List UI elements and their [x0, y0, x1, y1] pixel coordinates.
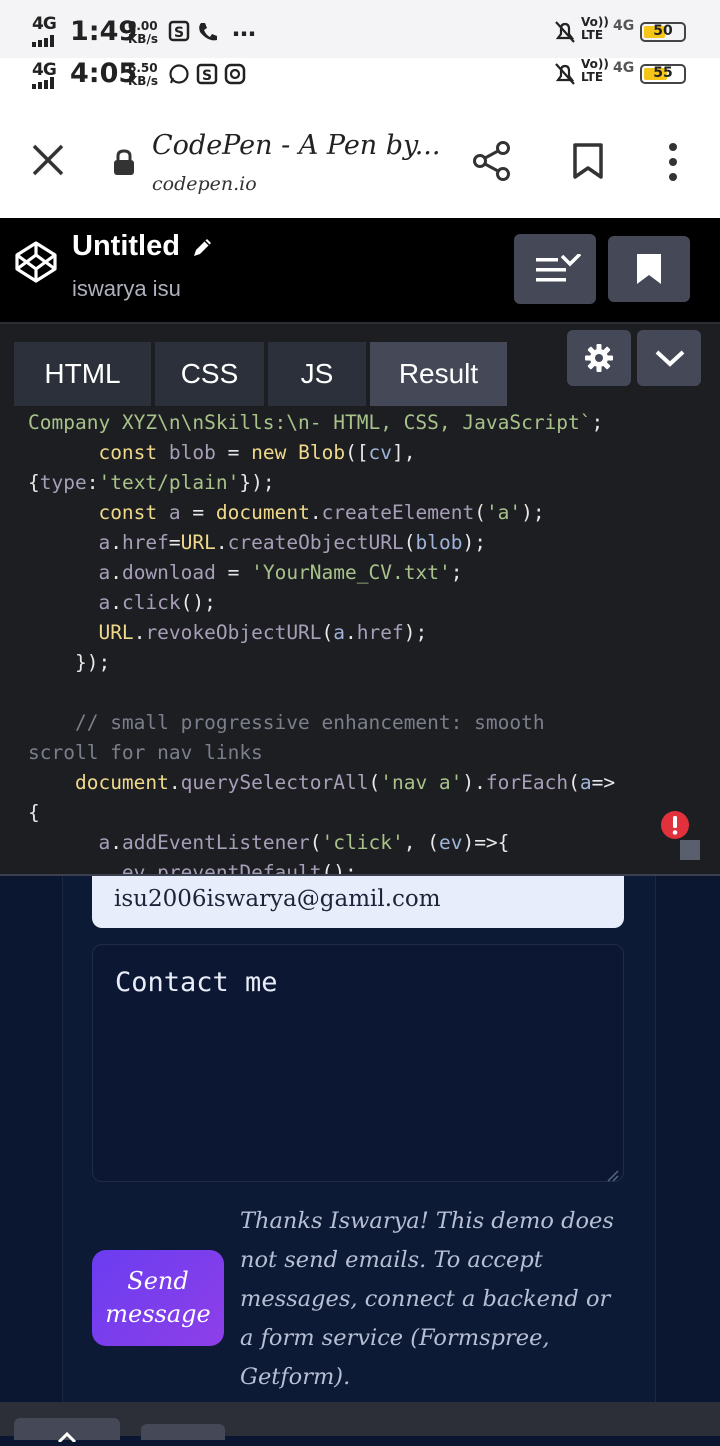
send-label-line2: message: [105, 1300, 211, 1328]
svg-text:S: S: [174, 25, 184, 41]
speed-value: 0.00: [128, 19, 158, 33]
footer-home-button[interactable]: [14, 1418, 120, 1444]
lock-icon: [112, 148, 136, 180]
tab-css[interactable]: CSS: [155, 342, 264, 406]
status-bar-primary: 4G 1:49 0.00 KB/s S … Vo)) LTE 4G 50: [0, 0, 720, 64]
more-notifications-icon: …: [232, 14, 256, 42]
code-editor[interactable]: HTML CSS JS Result Company XYZ\n\nSkills…: [0, 322, 720, 876]
demo-note: Thanks Iswarya! This demo does not send …: [240, 1208, 614, 1390]
battery-icon: 50: [640, 22, 686, 42]
signal-icon: [32, 74, 62, 93]
page-url[interactable]: codepen.io: [152, 173, 257, 195]
send-label-line1: Send: [127, 1267, 189, 1295]
share-icon[interactable]: [472, 140, 512, 186]
net-type-indicator: 4G: [613, 60, 635, 76]
pen-title[interactable]: Untitled: [72, 230, 180, 263]
volte-indicator: Vo)) LTE: [581, 15, 609, 42]
mute-icon: [554, 62, 576, 90]
chevron-down-icon: [654, 349, 686, 373]
signal-icon: [32, 32, 62, 51]
code-content[interactable]: Company XYZ\n\nSkills:\n- HTML, CSS, Jav…: [28, 408, 615, 876]
resize-handle[interactable]: [680, 840, 700, 860]
tab-html[interactable]: HTML: [14, 342, 151, 406]
editor-settings-button[interactable]: [567, 330, 631, 386]
home-icon: [57, 1427, 77, 1446]
collapse-editor-button[interactable]: [637, 330, 701, 386]
call-icon: [196, 20, 220, 48]
battery-level: 50: [653, 23, 673, 39]
email-field[interactable]: isu2006iswarya@gamil.com: [92, 876, 624, 928]
battery-level: 55: [653, 65, 673, 81]
bookmark-icon[interactable]: [572, 142, 604, 184]
change-view-button[interactable]: [514, 234, 596, 304]
tab-js[interactable]: JS: [268, 342, 366, 406]
close-icon[interactable]: [30, 142, 66, 182]
net-type-indicator: 4G: [613, 18, 635, 34]
network-type: 4G: [32, 14, 57, 34]
codepen-header: Untitled iswarya isu: [0, 218, 720, 322]
save-bookmark-button[interactable]: [608, 236, 690, 302]
bookmark-icon: [636, 253, 662, 289]
volte-indicator: Vo)) LTE: [581, 57, 609, 84]
result-preview: isu2006iswarya@gamil.com Contact me Send…: [0, 874, 720, 1404]
tab-result[interactable]: Result: [370, 342, 507, 406]
send-message-button[interactable]: Send message: [92, 1250, 224, 1346]
message-textarea[interactable]: Contact me: [92, 944, 624, 1182]
battery-icon: 55: [640, 64, 686, 84]
codepen-logo-icon[interactable]: [14, 240, 58, 288]
instagram-icon: [224, 63, 246, 89]
speed-unit: KB/s: [128, 74, 158, 88]
screenshot-icon: S: [196, 63, 218, 89]
status-bar-secondary: 4G 4:05 6.50 KB/s S Vo)) LTE 4G 55: [0, 58, 720, 94]
pen-author[interactable]: iswarya isu: [72, 276, 181, 302]
overflow-menu-icon[interactable]: [666, 142, 680, 186]
layout-view-icon: [536, 252, 584, 290]
browser-toolbar: CodePen - A Pen by... codepen.io: [0, 94, 720, 218]
svg-text:S: S: [202, 68, 212, 84]
screenshot-icon: S: [168, 20, 190, 46]
textarea-resize-handle[interactable]: [606, 1168, 620, 1187]
whatsapp-icon: [168, 63, 190, 89]
error-badge-icon[interactable]: [660, 810, 690, 844]
gear-icon: [584, 343, 614, 377]
edit-pencil-icon[interactable]: [190, 236, 214, 264]
speed-unit: KB/s: [128, 32, 158, 46]
speed-value: 6.50: [128, 61, 158, 75]
mute-icon: [554, 20, 576, 48]
footer-console-button[interactable]: [141, 1424, 225, 1440]
editor-footer: [0, 1402, 720, 1444]
page-title: CodePen - A Pen by...: [152, 130, 441, 161]
